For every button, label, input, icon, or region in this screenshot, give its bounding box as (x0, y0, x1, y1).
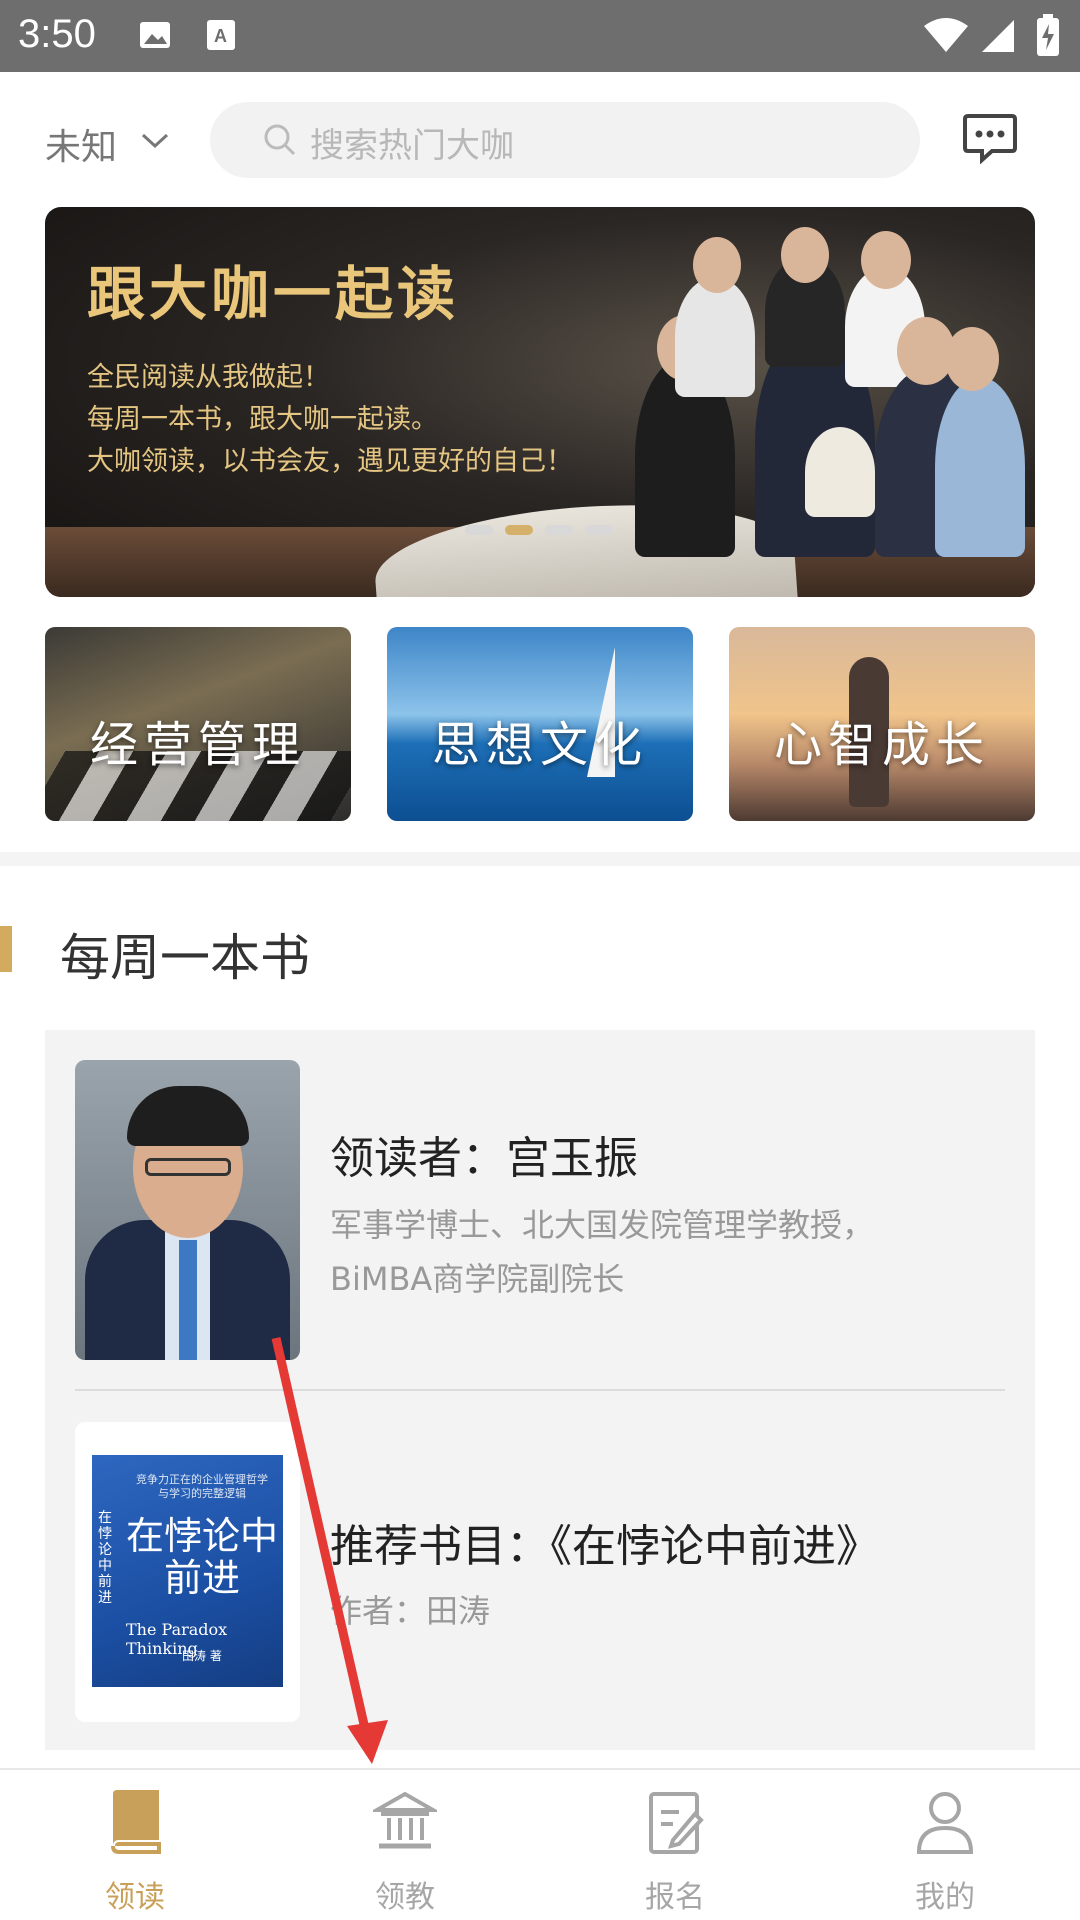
banner-dot[interactable] (465, 525, 493, 535)
category-label: 经营管理 (89, 717, 306, 773)
font-download-icon: A (206, 18, 236, 56)
banner-pagination (465, 525, 613, 535)
search-input[interactable]: 搜索热门大咖 (210, 102, 920, 178)
promo-banner[interactable]: 跟大咖一起读 全民阅读从我做起！ 每周一本书，跟大咖一起读。 大咖领读，以书会友… (45, 207, 1035, 597)
nav-label: 领教 (375, 1880, 435, 1915)
book-cover-author: 田涛 著 (182, 1649, 222, 1663)
book-cover-subtitle: 竞争力正在的企业管理哲学与学习的完整逻辑 (136, 1473, 268, 1500)
chevron-down-icon[interactable] (140, 132, 170, 154)
nav-label: 我的 (915, 1880, 975, 1915)
banner-dot[interactable] (545, 525, 573, 535)
bottom-navigation: 领读 领教 报名 我的 (0, 1768, 1080, 1920)
book-cover-title: 在悖论中前进 (125, 1514, 278, 1600)
message-bubble-icon[interactable] (962, 112, 1018, 168)
status-time: 3:50 (18, 12, 96, 56)
book-icon (103, 1788, 167, 1860)
location-selector[interactable]: 未知 (45, 118, 117, 170)
banner-line-3: 大咖领读，以书会友，遇见更好的自己！ (87, 446, 573, 477)
section-title: 每周一本书 (60, 929, 310, 987)
leader-avatar[interactable] (75, 1060, 300, 1360)
book-cover-image: 在悖论中前进 竞争力正在的企业管理哲学与学习的完整逻辑 在悖论中前进 The P… (92, 1455, 283, 1687)
status-bar: 3:50 A (0, 0, 1080, 72)
banner-line-2: 每周一本书，跟大咖一起读。 (87, 404, 438, 435)
banner-title: 跟大咖一起读 (87, 260, 460, 328)
search-icon (262, 122, 298, 162)
search-placeholder: 搜索热门大咖 (310, 126, 514, 166)
banner-dot-active[interactable] (505, 525, 533, 535)
nav-label: 报名 (645, 1880, 705, 1915)
category-business-management[interactable]: 经营管理 (45, 627, 351, 821)
banner-people-image (605, 227, 1025, 557)
banner-dot[interactable] (585, 525, 613, 535)
book-cover-frame[interactable]: 在悖论中前进 竞争力正在的企业管理哲学与学习的完整逻辑 在悖论中前进 The P… (75, 1422, 300, 1722)
leader-description-line-2: BiMBA商学院副院长 (330, 1260, 625, 1298)
leader-description-line-1: 军事学博士、北大国发院管理学教授， (330, 1206, 875, 1244)
signal-icon (980, 18, 1016, 58)
section-accent-bar (0, 926, 12, 972)
battery-charging-icon (1036, 14, 1060, 60)
recommended-book-title: 推荐书目：《在悖论中前进》 (330, 1521, 880, 1572)
nav-label: 领读 (105, 1880, 165, 1915)
edit-form-icon (643, 1788, 707, 1860)
category-thought-culture[interactable]: 思想文化 (387, 627, 693, 821)
institution-icon (369, 1788, 441, 1860)
header: 未知 搜索热门大咖 (0, 72, 1080, 202)
image-icon (138, 18, 172, 56)
wifi-icon (922, 18, 970, 58)
weekly-book-card[interactable]: 领读者：宫玉振 军事学博士、北大国发院管理学教授， BiMBA商学院副院长 在悖… (45, 1030, 1035, 1750)
svg-text:A: A (214, 26, 227, 46)
nav-item-baoming[interactable]: 报名 (540, 1770, 810, 1920)
profile-icon (913, 1788, 977, 1860)
card-divider (75, 1389, 1005, 1391)
nav-item-mine[interactable]: 我的 (810, 1770, 1080, 1920)
leader-name: 领读者：宫玉振 (330, 1133, 638, 1184)
nav-item-lingdu[interactable]: 领读 (0, 1770, 270, 1920)
nav-item-lingjiao[interactable]: 领教 (270, 1770, 540, 1920)
banner-line-1: 全民阅读从我做起！ (87, 362, 330, 393)
book-spine-text: 在悖论中前进 (98, 1510, 112, 1606)
category-label: 心智成长 (773, 717, 990, 773)
section-divider (0, 852, 1080, 866)
category-label: 思想文化 (431, 717, 648, 773)
recommended-book-author: 作者：田涛 (330, 1592, 491, 1630)
category-mind-growth[interactable]: 心智成长 (729, 627, 1035, 821)
